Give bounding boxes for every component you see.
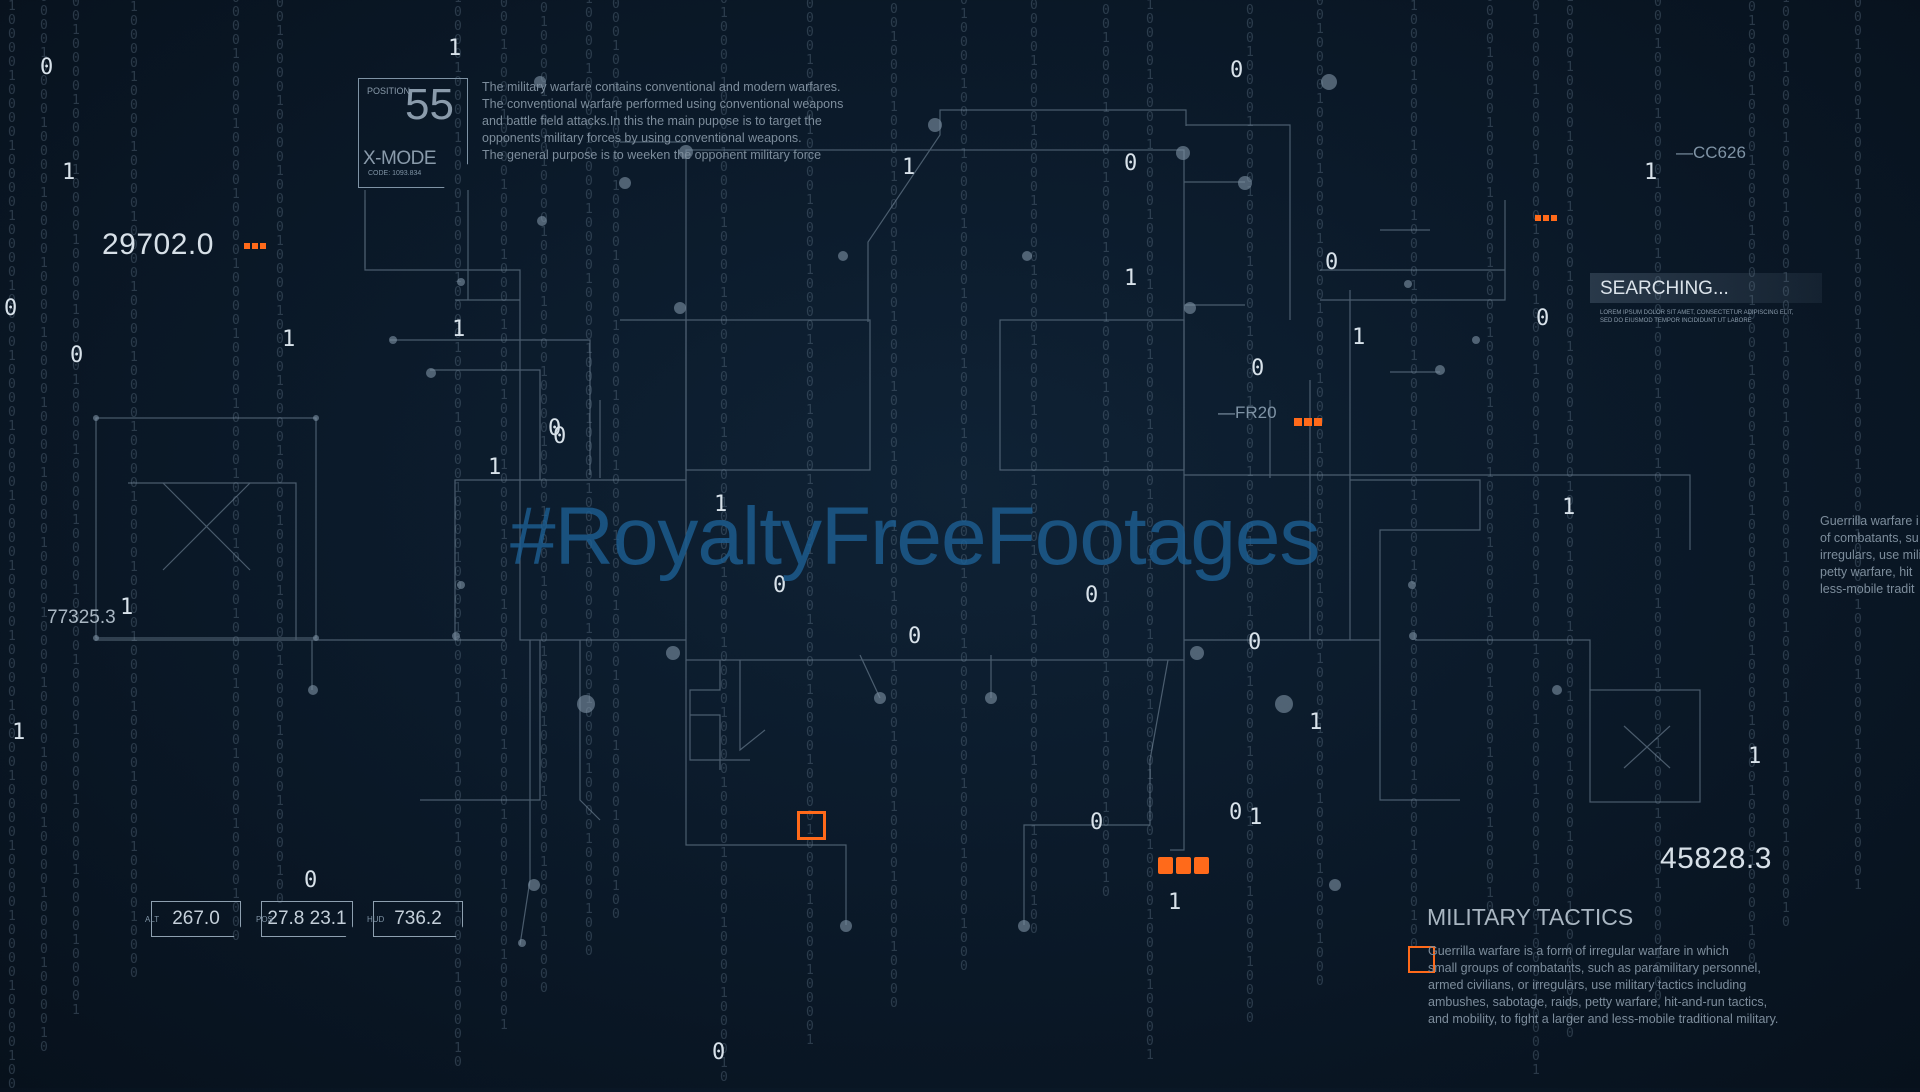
- watermark-text: #RoyaltyFreeFootages: [510, 491, 1321, 582]
- warfare-line: opponents military forces by using conve…: [482, 131, 802, 145]
- readout-value: 267.0: [172, 908, 220, 929]
- tactics-line: and mobility, to fight a larger and less…: [1428, 1012, 1779, 1026]
- binary-glyph: 0: [1229, 800, 1243, 825]
- readout-box-alt: 267.0: [151, 901, 241, 937]
- position-label: POSITION: [367, 86, 411, 96]
- guerrilla-side-line: petty warfare, hit: [1820, 565, 1913, 579]
- binary-glyph: 0: [1090, 810, 1104, 835]
- binary-glyph: 1: [12, 720, 26, 745]
- binary-glyph: 0: [1085, 583, 1099, 608]
- binary-glyph: 1: [1309, 710, 1323, 735]
- orange-indicator-blocks: [1158, 857, 1209, 874]
- binary-glyph: 1: [62, 160, 76, 185]
- binary-glyph: 0: [40, 55, 54, 80]
- binary-glyph: 1: [488, 455, 502, 480]
- readout-caption: POS: [256, 915, 273, 924]
- cc-tag: —CC626: [1676, 143, 1746, 162]
- binary-glyph: 1: [282, 327, 296, 352]
- warfare-line: and battle field attacks.In this the mai…: [482, 114, 822, 128]
- readout-caption: HUD: [367, 915, 385, 924]
- fr-orange-dots: [1294, 418, 1322, 426]
- binary-glyph: 1: [452, 317, 466, 342]
- binary-glyph: 0: [1124, 151, 1138, 176]
- binary-glyph: 0: [1536, 306, 1550, 331]
- fr-tag: —FR20: [1218, 403, 1277, 422]
- binary-glyph: 0: [1248, 630, 1262, 655]
- guerrilla-side-line: Guerrilla warfare i: [1820, 514, 1919, 528]
- warfare-description: The military warfare contains convention…: [482, 79, 862, 164]
- binary-glyph: 1: [1249, 805, 1263, 830]
- readout-box-pos: 27.8 23.1: [261, 901, 353, 937]
- mode-label: X-MODE: [363, 148, 437, 169]
- binary-glyph: 0: [304, 868, 318, 893]
- searching-label: SEARCHING...: [1600, 278, 1729, 299]
- warfare-line: The general purpose is to weeken the opp…: [482, 148, 822, 162]
- position-value: 55: [405, 80, 454, 129]
- warfare-line: The conventional warfare performed using…: [482, 97, 844, 111]
- searching-subtext-line: LOREM IPSUM DOLOR SIT AMET, CONSECTETUR …: [1600, 310, 1794, 316]
- binary-glyph: 1: [1562, 495, 1576, 520]
- binary-glyph: 0: [70, 343, 84, 368]
- binary-glyph: 1: [120, 595, 134, 620]
- guerrilla-side-line: of combatants, su: [1820, 531, 1919, 545]
- binary-glyph: 0: [712, 1040, 726, 1065]
- binary-glyph: 0: [908, 624, 922, 649]
- warfare-line: The military warfare contains convention…: [482, 80, 841, 94]
- binary-glyph: 1: [448, 36, 462, 61]
- binary-glyph: 1: [1124, 266, 1138, 291]
- left-orange-dots: [244, 243, 266, 249]
- guerrilla-side-text: Guerrilla warfare i of combatants, su ir…: [1820, 513, 1920, 598]
- guerrilla-side-line: less-mobile tradit: [1820, 582, 1915, 596]
- tactics-line: armed civilians, or irregulars, use mili…: [1428, 978, 1747, 992]
- binary-glyph: 1: [1748, 744, 1762, 769]
- searching-subtext: LOREM IPSUM DOLOR SIT AMET, CONSECTETUR …: [1600, 309, 1794, 325]
- right-readout: 45828.3: [1660, 842, 1772, 875]
- orange-target-marker: [797, 811, 826, 840]
- left-box-readout: 77325.3: [47, 607, 116, 628]
- tactics-line: small groups of combatants, such as para…: [1428, 961, 1761, 975]
- readout-value: 27.8 23.1: [267, 908, 347, 929]
- readout-value: 736.2: [394, 908, 442, 929]
- binary-glyph: 1: [902, 155, 916, 180]
- tactics-line: ambushes, sabotage, raids, petty warfare…: [1428, 995, 1768, 1009]
- binary-glyph: 1: [1352, 325, 1366, 350]
- binary-glyph: 1: [1168, 890, 1182, 915]
- searching-subtext-line: SED DO EIUSMOD TEMPOR INCIDIDUNT UT LABO…: [1600, 318, 1752, 324]
- binary-glyph: 0: [1230, 58, 1244, 83]
- binary-glyph: 0: [1325, 250, 1339, 275]
- binary-glyph: 0: [4, 296, 18, 321]
- readout-caption: ALT: [145, 915, 160, 924]
- binary-glyph: 0: [553, 424, 567, 449]
- left-readout: 29702.0: [102, 228, 214, 261]
- guerrilla-side-line: irregulars, use mili: [1820, 548, 1920, 562]
- cc-orange-dots: [1535, 215, 1557, 221]
- military-tactics-text: Guerrilla warfare is a form of irregular…: [1428, 943, 1848, 1028]
- tactics-line: Guerrilla warfare is a form of irregular…: [1428, 944, 1729, 958]
- binary-glyph: 0: [1251, 356, 1265, 381]
- military-tactics-title: MILITARY TACTICS: [1427, 904, 1634, 930]
- readout-box-hud: 736.2: [373, 901, 463, 937]
- mode-code: CODE: 1093.834: [368, 170, 422, 177]
- binary-glyph: 1: [1644, 160, 1658, 185]
